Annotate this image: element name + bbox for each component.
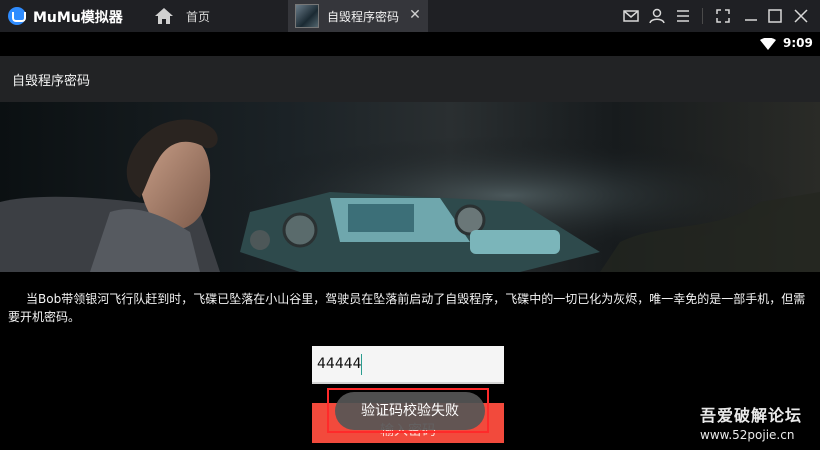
app-thumbnail-icon bbox=[295, 4, 319, 28]
story-text: 当Bob带领银河飞行队赶到时，飞碟已坠落在小山谷里，驾驶员在坠落前启动了自毁程序… bbox=[8, 292, 806, 324]
tab-home-label: 首页 bbox=[186, 9, 211, 24]
text-cursor bbox=[361, 354, 362, 375]
status-time: 9:09 bbox=[783, 36, 813, 50]
tab-home[interactable]: 首页 bbox=[150, 0, 282, 32]
home-icon bbox=[155, 8, 173, 24]
maximize-icon[interactable] bbox=[764, 5, 786, 27]
watermark-title: 吾爱破解论坛 bbox=[700, 406, 803, 425]
menu-icon[interactable] bbox=[672, 5, 694, 27]
user-icon[interactable] bbox=[646, 5, 668, 27]
password-input[interactable] bbox=[312, 346, 504, 384]
mumu-logo-icon bbox=[8, 7, 26, 25]
app-action-bar: 自毁程序密码 bbox=[0, 56, 820, 102]
toast-highlight-box bbox=[327, 388, 489, 433]
tab-close-icon[interactable]: ✕ bbox=[406, 6, 424, 24]
app-name: MuMu模拟器 bbox=[33, 10, 123, 26]
mail-icon[interactable] bbox=[620, 5, 642, 27]
emulator-title-bar: MuMu模拟器 首页 自毁程序密码 ✕ bbox=[0, 0, 820, 32]
close-icon[interactable] bbox=[790, 5, 812, 27]
title-bar-divider bbox=[702, 8, 703, 24]
android-status-bar: 9:09 bbox=[0, 32, 820, 56]
minimize-icon[interactable] bbox=[740, 5, 762, 27]
watermark-url: www.52pojie.cn bbox=[700, 428, 795, 442]
page-title: 自毁程序密码 bbox=[12, 74, 91, 89]
tab-app-label: 自毁程序密码 bbox=[327, 9, 400, 24]
tab-app-active[interactable]: 自毁程序密码 ✕ bbox=[288, 0, 428, 32]
banner-image bbox=[0, 102, 820, 272]
screenshot-icon[interactable] bbox=[712, 5, 734, 27]
emulator-window: MuMu模拟器 首页 自毁程序密码 ✕ 9:09 自毁程序密码 当Bob带领银河… bbox=[0, 0, 820, 450]
wifi-icon bbox=[760, 38, 776, 50]
banner-illustration bbox=[0, 102, 820, 272]
